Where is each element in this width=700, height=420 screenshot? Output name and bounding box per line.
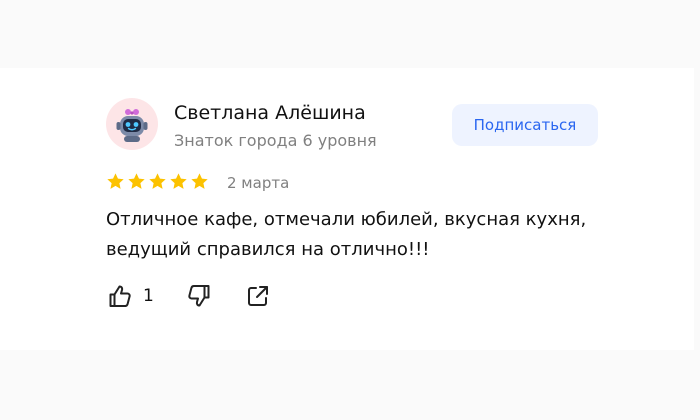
- review-date: 2 марта: [227, 174, 290, 192]
- star-icon: [170, 173, 187, 189]
- star-icon: [107, 173, 124, 189]
- star-icon: [191, 173, 208, 189]
- author-level: Знаток города 6 уровня: [174, 131, 377, 150]
- page: Светлана Алёшина Знаток города 6 уровня …: [0, 0, 700, 420]
- subscribe-button[interactable]: Подписаться: [452, 104, 598, 146]
- thumbs-down-icon: [188, 285, 210, 307]
- star-icon: [128, 173, 145, 189]
- share-button[interactable]: [245, 283, 271, 309]
- rating-stars: [106, 172, 209, 194]
- share-icon: [248, 286, 268, 306]
- star-icon: [149, 173, 166, 189]
- thumbs-up-icon: [109, 285, 131, 307]
- dislike-button[interactable]: [186, 283, 212, 309]
- author-name[interactable]: Светлана Алёшина: [174, 102, 366, 124]
- like-count: 1: [143, 286, 154, 306]
- like-button[interactable]: 1: [107, 283, 154, 309]
- review-text: Отличное кафе, отмечали юбилей, вкусная …: [106, 209, 587, 260]
- avatar[interactable]: [106, 98, 158, 150]
- robot-avatar-icon: [116, 109, 148, 142]
